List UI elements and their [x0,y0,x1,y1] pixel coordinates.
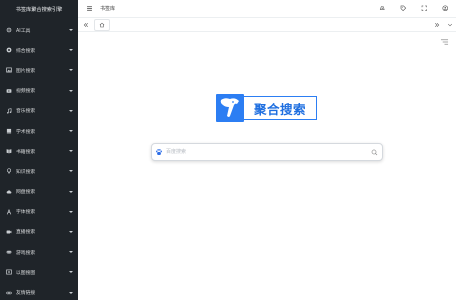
brand-title: 书签库聚合搜索引擎 [15,7,63,13]
sidebar-item-label: 游戏搜索 [16,250,36,256]
bear-logo-icon [216,94,244,122]
double-chevron-right-icon [435,22,440,27]
sidebar-item-label: 友情链接 [16,291,36,297]
main-content: 聚合搜索 [78,32,456,300]
caret-down-icon [69,210,73,213]
sidebar-item-label: 字体搜索 [16,210,36,216]
sidebar-item-label: 知识搜索 [16,169,36,175]
sidebar-item-label: 网盘搜索 [16,190,36,196]
scroll-tabs-right-button[interactable] [430,18,444,32]
caret-down-icon [69,291,73,294]
fullscreen-button[interactable] [414,0,435,18]
caret-down-icon [69,170,73,173]
caret-down-icon [69,230,73,233]
search-submit-button[interactable] [366,143,382,161]
caret-down-icon [69,130,73,133]
sidebar-menu: AI工具 综合搜索 图片搜索 视频搜索 音乐搜索 学术搜索 书籍搜索 知识搜索 … [0,20,78,300]
menu-toggle-button[interactable] [78,0,100,18]
skin-icon [380,6,385,11]
baidu-paw-icon [156,149,162,156]
sidebar-item-label: AI工具 [16,28,31,34]
sidebar-item-knowledge-search[interactable]: 知识搜索 [0,161,78,181]
home-icon [99,22,105,27]
picture-search-icon [6,269,12,275]
sidebar-item-label: 以图搜图 [16,270,36,276]
search-box [151,143,383,161]
sidebar-item-label: 音乐搜索 [16,109,36,115]
sidebar-item-music-search[interactable]: 音乐搜索 [0,101,78,121]
globe-icon [6,47,12,53]
music-icon [6,108,12,114]
link-icon [6,290,12,296]
scroll-tabs-left-button[interactable] [78,18,94,32]
sidebar-item-live-search[interactable]: 直播搜索 [0,222,78,242]
hamburger-icon [86,6,92,11]
gear-icon [6,27,12,33]
user-button[interactable] [435,0,456,18]
sidebar-item-book-search[interactable]: 书籍搜索 [0,141,78,161]
sort-lines-icon[interactable] [440,38,449,46]
tag-button[interactable] [393,0,414,18]
chevron-down-icon [448,23,452,26]
fullscreen-icon [421,5,428,12]
caret-down-icon [69,29,73,32]
search-icon [371,149,377,155]
font-icon [6,208,12,215]
sidebar-item-label: 综合搜索 [16,48,36,54]
caret-down-icon [69,271,73,274]
page-title: 书签库 [100,6,116,12]
sidebar-item-game-search[interactable]: 游戏搜索 [0,242,78,262]
sidebar-item-reverse-image-search[interactable]: 以图搜图 [0,262,78,282]
caret-down-icon [69,89,73,92]
caret-down-icon [69,109,73,112]
caret-down-icon [69,49,73,52]
image-icon [6,67,12,73]
caret-down-icon [69,150,73,153]
sidebar-item-label: 直播搜索 [16,230,36,236]
cloud-icon [6,189,12,195]
sidebar-item-label: 学术搜索 [16,129,36,135]
gamepad-icon [6,249,12,255]
caret-down-icon [69,251,73,254]
sidebar-item-netdisk-search[interactable]: 网盘搜索 [0,182,78,202]
tag-icon [400,5,407,12]
sidebar-item-label: 书籍搜索 [16,149,36,155]
sidebar: 书签库聚合搜索引擎 AI工具 综合搜索 图片搜索 视频搜索 音乐搜索 学术搜索 … [0,0,78,300]
sidebar-item-video-search[interactable]: 视频搜索 [0,81,78,101]
video-icon [6,88,12,94]
sidebar-item-ai-tools[interactable]: AI工具 [0,20,78,40]
caret-down-icon [69,69,73,72]
sidebar-item-label: 图片搜索 [16,68,36,74]
book-icon [6,128,12,134]
camera-icon [6,229,12,235]
sidebar-item-image-search[interactable]: 图片搜索 [0,60,78,80]
caret-down-icon [69,190,73,193]
search-engine-selector[interactable] [152,143,166,161]
sidebar-item-font-search[interactable]: 字体搜索 [0,202,78,222]
site-logo: 聚合搜索 [216,94,318,122]
logo-text: 聚合搜索 [253,101,306,117]
tab-options-dropdown[interactable] [444,18,456,32]
sidebar-item-academic-search[interactable]: 学术搜索 [0,121,78,141]
theme-toggle-button[interactable] [372,0,393,18]
search-input[interactable] [166,145,366,159]
lightbulb-icon [6,168,12,174]
user-circle-icon [442,5,449,12]
book-open-icon [6,148,12,154]
top-header: 书签库 [78,0,456,18]
double-chevron-left-icon [83,22,88,27]
sidebar-item-general-search[interactable]: 综合搜索 [0,40,78,60]
tab-home[interactable] [94,18,110,31]
sidebar-item-friend-links[interactable]: 友情链接 [0,282,78,300]
sidebar-item-label: 视频搜索 [16,89,36,95]
tab-bar [78,18,456,32]
logo-text-box: 聚合搜索 [244,96,317,120]
